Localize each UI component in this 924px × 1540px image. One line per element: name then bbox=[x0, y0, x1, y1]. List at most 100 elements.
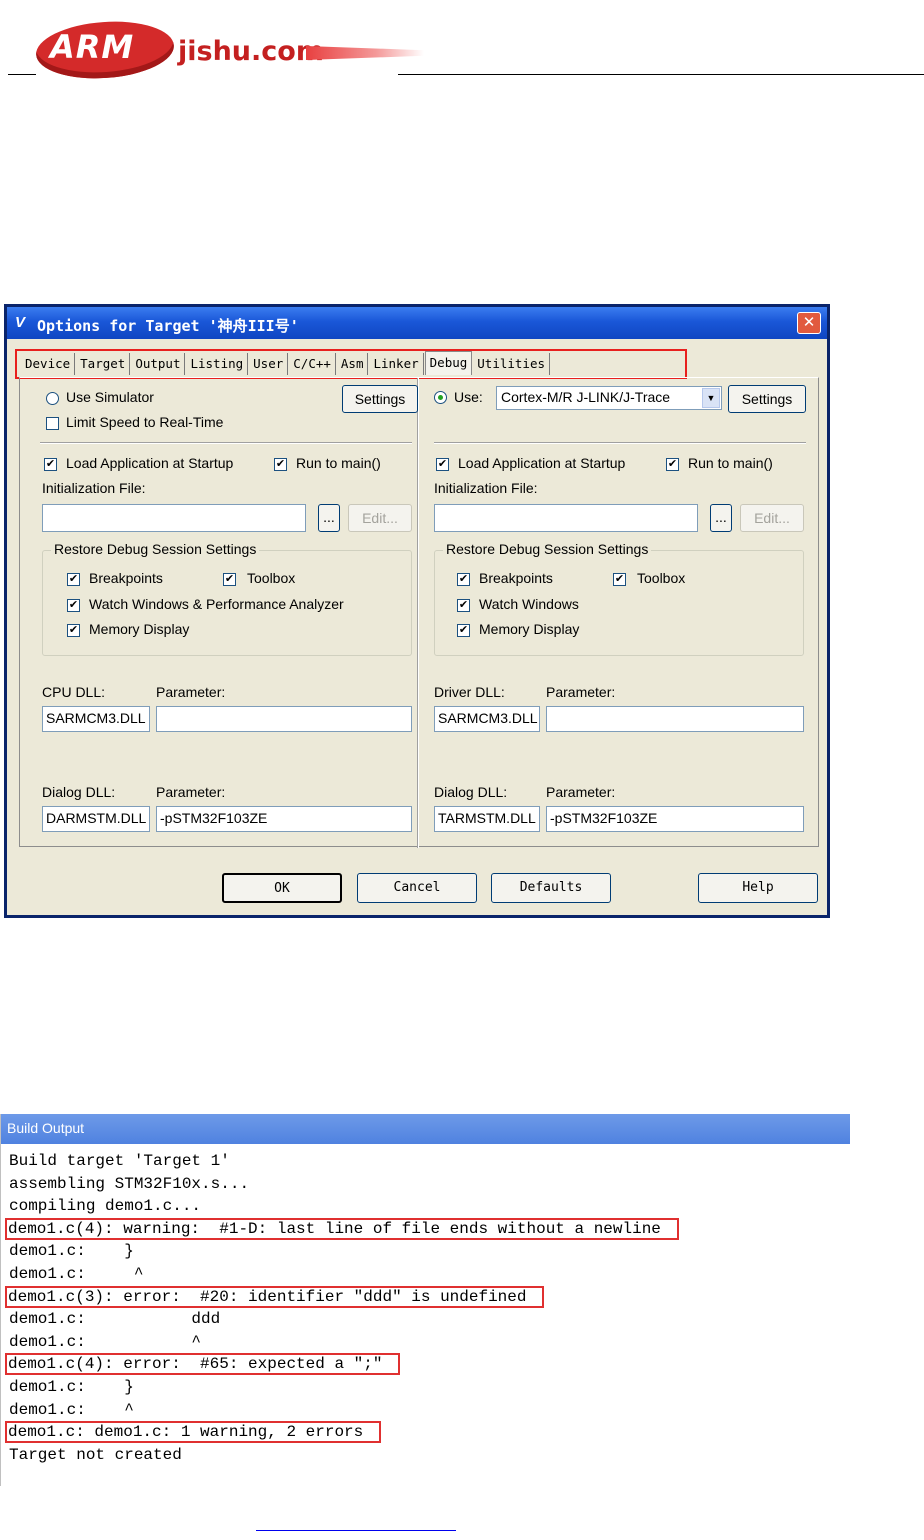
help-button[interactable]: Help bbox=[698, 873, 818, 903]
highlighted-message: demo1.c(3): error: #20: identifier "ddd"… bbox=[4, 1285, 545, 1308]
right-toolbox-label: Toolbox bbox=[637, 570, 686, 586]
left-dialog-dll-input[interactable]: DARMSTM.DLL bbox=[42, 806, 150, 832]
right-dialog-param-label: Parameter: bbox=[546, 784, 616, 800]
chevron-down-icon[interactable]: ▼ bbox=[702, 388, 720, 408]
build-output-line: demo1.c: } bbox=[1, 1240, 851, 1263]
right-watch-checkbox[interactable]: ✔ bbox=[457, 599, 470, 612]
armjishu-logo: ARM jishu.com bbox=[34, 17, 424, 83]
tab-target[interactable]: Target bbox=[76, 353, 131, 375]
cpu-param-input[interactable] bbox=[156, 706, 412, 732]
options-dialog: V Options for Target '神舟III号' ✕ Device Ta… bbox=[4, 304, 830, 918]
left-load-app-checkbox[interactable]: ✔ bbox=[44, 458, 57, 471]
log-text: Build target 'Target 1' bbox=[9, 1152, 230, 1170]
simulator-settings-button[interactable]: Settings bbox=[342, 385, 418, 413]
right-restore-group: Restore Debug Session Settings ✔ Breakpo… bbox=[434, 541, 804, 656]
right-init-file-input[interactable] bbox=[434, 504, 698, 532]
left-init-file-input[interactable] bbox=[42, 504, 306, 532]
log-text: assembling STM32F10x.s... bbox=[9, 1174, 250, 1193]
cancel-button[interactable]: Cancel bbox=[357, 873, 477, 903]
left-dialog-param-input[interactable]: -pSTM32F103ZE bbox=[156, 806, 412, 832]
dialog-body: Device Target Output Listing User C/C++ Asm Lin… bbox=[7, 339, 827, 915]
dialog-title: Options for Target '神舟III号' bbox=[37, 317, 299, 335]
tab-user[interactable]: User bbox=[249, 353, 289, 375]
limit-speed-checkbox[interactable] bbox=[46, 417, 59, 430]
build-output-log[interactable]: Build target 'Target 1' assembling STM32F… bbox=[1, 1150, 851, 1466]
right-memory-checkbox[interactable]: ✔ bbox=[457, 624, 470, 637]
build-output-line: demo1.c(4): error: #65: expected a ";" bbox=[1, 1353, 851, 1376]
driver-settings-button[interactable]: Settings bbox=[728, 385, 806, 413]
left-restore-group: Restore Debug Session Settings ✔ Breakpo… bbox=[42, 541, 412, 656]
build-output-title: Build Output bbox=[1, 1114, 850, 1144]
header-rule-right bbox=[398, 74, 924, 75]
tab-debug[interactable]: Debug bbox=[424, 351, 473, 375]
use-driver-radio[interactable] bbox=[434, 391, 447, 404]
uvision-app-icon: V bbox=[15, 314, 26, 331]
panel-divider bbox=[417, 378, 419, 848]
debug-panel: Use Simulator Settings Limit Speed to Re… bbox=[19, 377, 819, 848]
left-watch-checkbox[interactable]: ✔ bbox=[67, 599, 80, 612]
defaults-button[interactable]: Defaults bbox=[491, 873, 611, 903]
log-text: demo1.c: } bbox=[9, 1377, 134, 1396]
right-dialog-dll-input[interactable]: TARMSTM.DLL bbox=[434, 806, 540, 832]
left-toolbox-checkbox[interactable]: ✔ bbox=[223, 573, 236, 586]
right-dialog-param-input[interactable]: -pSTM32F103ZE bbox=[546, 806, 804, 832]
header-rule-left bbox=[8, 74, 36, 75]
right-run-to-main-checkbox[interactable]: ✔ bbox=[666, 458, 679, 471]
logo-domain-text: jishu.com bbox=[178, 36, 324, 67]
left-init-file-label: Initialization File: bbox=[42, 480, 146, 496]
build-output-line: demo1.c: } bbox=[1, 1376, 851, 1399]
right-load-app-checkbox[interactable]: ✔ bbox=[436, 458, 449, 471]
right-edit-button[interactable]: Edit... bbox=[740, 504, 804, 532]
cpu-param-label: Parameter: bbox=[156, 684, 226, 700]
tab-asm[interactable]: Asm bbox=[337, 353, 369, 375]
page-link-underline[interactable] bbox=[256, 1530, 456, 1531]
limit-speed-label: Limit Speed to Real-Time bbox=[66, 414, 224, 430]
driver-dll-input[interactable]: SARMCM3.DLL bbox=[434, 706, 540, 732]
driver-param-input[interactable] bbox=[546, 706, 804, 732]
driver-select[interactable]: Cortex-M/R J-LINK/J-Trace ▼ bbox=[496, 386, 722, 410]
build-output-line: demo1.c(3): error: #20: identifier "ddd"… bbox=[1, 1285, 851, 1309]
highlighted-message: demo1.c: demo1.c: 1 warning, 2 errors bbox=[4, 1421, 382, 1444]
highlighted-message: demo1.c(4): warning: #1-D: last line of … bbox=[5, 1217, 679, 1240]
close-button[interactable]: ✕ bbox=[797, 312, 821, 334]
driver-dll-label: Driver DLL: bbox=[434, 684, 505, 700]
left-memory-checkbox[interactable]: ✔ bbox=[67, 624, 80, 637]
left-toolbox-label: Toolbox bbox=[247, 570, 296, 586]
log-text: demo1.c: ddd bbox=[9, 1310, 221, 1329]
build-output-line: demo1.c: ^ bbox=[1, 1331, 851, 1354]
ok-button[interactable]: OK bbox=[222, 873, 342, 903]
left-separator bbox=[40, 442, 412, 444]
left-breakpoints-checkbox[interactable]: ✔ bbox=[67, 573, 80, 586]
tab-device[interactable]: Device bbox=[21, 353, 76, 375]
dialog-titlebar[interactable]: V Options for Target '神舟III号' ✕ bbox=[7, 307, 827, 339]
left-dialog-param-label: Parameter: bbox=[156, 784, 226, 800]
tab-utilities[interactable]: Utilities bbox=[473, 353, 551, 375]
left-run-to-main-checkbox[interactable]: ✔ bbox=[274, 458, 287, 471]
log-text: compiling demo1.c... bbox=[9, 1197, 202, 1216]
left-dialog-dll-label: Dialog DLL: bbox=[42, 784, 116, 800]
right-memory-label: Memory Display bbox=[479, 621, 580, 637]
logo-streak bbox=[306, 46, 424, 60]
build-output-line: demo1.c: demo1.c: 1 warning, 2 errors bbox=[1, 1421, 851, 1444]
use-driver-label: Use: bbox=[454, 389, 483, 405]
cpu-dll-input[interactable]: SARMCM3.DLL bbox=[42, 706, 150, 732]
right-breakpoints-checkbox[interactable]: ✔ bbox=[457, 573, 470, 586]
use-simulator-radio[interactable] bbox=[46, 392, 59, 405]
left-memory-label: Memory Display bbox=[89, 621, 190, 637]
build-output-line: demo1.c: ddd bbox=[1, 1308, 851, 1331]
tab-output[interactable]: Output bbox=[131, 353, 186, 375]
left-edit-button[interactable]: Edit... bbox=[348, 504, 412, 532]
driver-param-label: Parameter: bbox=[546, 684, 616, 700]
right-restore-title: Restore Debug Session Settings bbox=[443, 541, 652, 557]
tab-c-c-[interactable]: C/C++ bbox=[289, 353, 336, 375]
cpu-dll-label: CPU DLL: bbox=[42, 684, 106, 700]
use-simulator-label: Use Simulator bbox=[66, 389, 154, 405]
tab-linker[interactable]: Linker bbox=[369, 353, 424, 375]
right-browse-button[interactable]: ... bbox=[710, 504, 732, 532]
tab-strip: Device Target Output Listing User C/C++ Asm Lin… bbox=[15, 349, 687, 379]
left-browse-button[interactable]: ... bbox=[318, 504, 340, 532]
tab-listing[interactable]: Listing bbox=[186, 353, 249, 375]
build-output-line: Build target 'Target 1' bbox=[1, 1150, 851, 1173]
right-toolbox-checkbox[interactable]: ✔ bbox=[613, 573, 626, 586]
build-output-line: demo1.c(4): warning: #1-D: last line of … bbox=[1, 1217, 851, 1241]
